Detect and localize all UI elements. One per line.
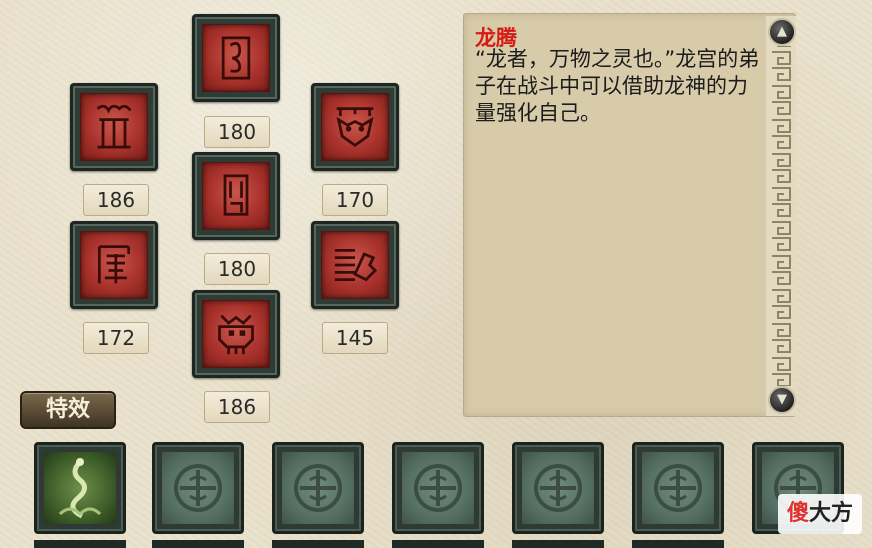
- skill-face: [321, 231, 389, 299]
- dragon-effect-icon: [58, 458, 102, 519]
- beast-mask-glyph-icon: [336, 107, 374, 148]
- effect-slot-5[interactable]: [512, 442, 604, 534]
- skill-tile-4[interactable]: [192, 152, 280, 240]
- next-row-slot: [512, 540, 604, 548]
- watermark-part-1: 傻: [786, 501, 809, 526]
- ancient-script-glyph-icon: [96, 104, 132, 149]
- skill-tile-7[interactable]: [192, 290, 280, 378]
- slot-inner: [162, 452, 234, 524]
- skill-face: [202, 24, 270, 92]
- slot-inner: [642, 452, 714, 524]
- skill-value-3: 170: [322, 184, 388, 216]
- skill-face: [202, 300, 270, 368]
- slot-inner: [402, 452, 474, 524]
- skill-description: “龙者，万物之灵也。”龙宫的弟子在战斗中可以借助龙神的力量强化自己。: [475, 47, 760, 125]
- locked-coin-icon: [414, 464, 462, 512]
- skill-value-1: 180: [204, 116, 270, 148]
- skill-face: [321, 93, 389, 161]
- locked-coin-icon: [654, 464, 702, 512]
- watermark-logo: 傻大方: [778, 494, 862, 534]
- dragon-seal-glyph-icon: [221, 36, 251, 80]
- locked-coin-icon: [174, 464, 222, 512]
- skill-tile-3[interactable]: [311, 83, 399, 171]
- chevron-up-icon: ▲: [777, 24, 787, 39]
- skill-face: [202, 162, 270, 230]
- locked-coin-icon: [534, 464, 582, 512]
- skill-value-2: 186: [83, 184, 149, 216]
- skill-value-5: 172: [83, 322, 149, 354]
- skill-tile-6[interactable]: [311, 221, 399, 309]
- temple-glyph-icon: [97, 245, 131, 284]
- skill-face: [80, 93, 148, 161]
- slot-inner: [44, 452, 116, 524]
- next-row-slot: [34, 540, 126, 548]
- skill-face: [80, 231, 148, 299]
- locked-coin-icon: [294, 464, 342, 512]
- watermark-part-2: 大方: [809, 501, 854, 526]
- effect-slot-1[interactable]: [34, 442, 126, 534]
- skill-value-7: 186: [204, 391, 270, 423]
- scroll-up-button[interactable]: ▲: [768, 18, 796, 46]
- scrollbar[interactable]: [766, 16, 796, 416]
- skill-tile-2[interactable]: [70, 83, 158, 171]
- effect-slot-2[interactable]: [152, 442, 244, 534]
- skill-tile-5[interactable]: [70, 221, 158, 309]
- next-row-slot: [632, 540, 724, 548]
- effect-slot-3[interactable]: [272, 442, 364, 534]
- next-row-slot: [272, 540, 364, 548]
- demon-face-glyph-icon: [218, 314, 254, 355]
- effect-slot-6[interactable]: [632, 442, 724, 534]
- skill-tile-1[interactable]: [192, 14, 280, 102]
- pillar-glyph-icon: [223, 174, 249, 216]
- next-row-slot: [392, 540, 484, 548]
- effects-tab[interactable]: 特效: [20, 391, 116, 429]
- skill-value-4: 180: [204, 253, 270, 285]
- scroll-down-button[interactable]: ▼: [768, 386, 796, 414]
- chevron-down-icon: ▼: [777, 392, 787, 407]
- dragon-head-glyph-icon: [334, 248, 378, 282]
- skill-value-6: 145: [322, 322, 388, 354]
- slot-inner: [522, 452, 594, 524]
- slot-inner: [282, 452, 354, 524]
- next-row-slot: [152, 540, 244, 548]
- effect-slot-4[interactable]: [392, 442, 484, 534]
- fret-pattern: [766, 16, 796, 416]
